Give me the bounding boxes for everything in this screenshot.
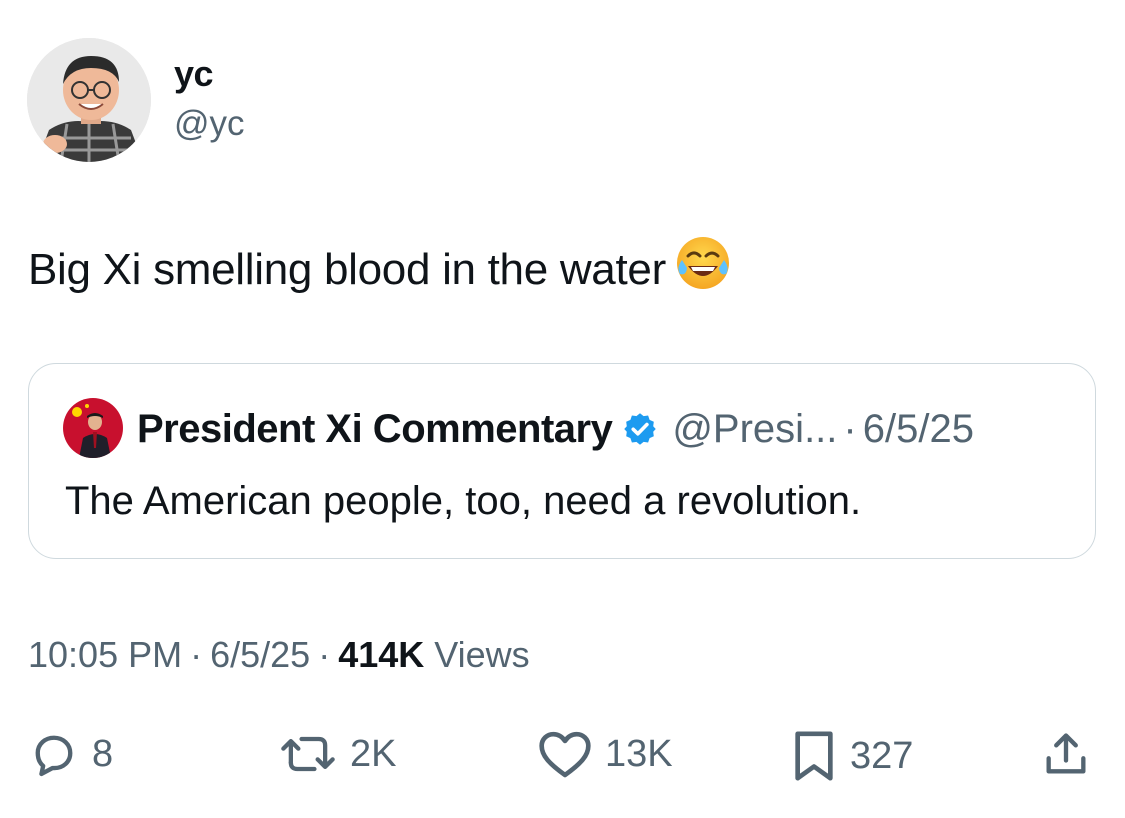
verified-badge-icon — [622, 411, 658, 447]
like-button[interactable]: 13K — [537, 728, 673, 780]
quoted-tweet-text: The American people, too, need a revolut… — [65, 479, 862, 523]
quoted-tweet-card[interactable]: President Xi Commentary @Presi... · 6/5/… — [28, 363, 1096, 559]
tweet-meta: 10:05 PM · 6/5/25 · 414K Views — [28, 634, 530, 676]
quoted-tweet-header: President Xi Commentary @Presi... · 6/5/… — [137, 406, 974, 452]
author-handle[interactable]: @yc — [174, 104, 245, 144]
meta-separator: · — [318, 634, 331, 675]
author-display-name[interactable]: yc — [174, 54, 214, 94]
reply-button[interactable]: 8 — [28, 728, 113, 780]
quoted-tweet-date[interactable]: 6/5/25 — [863, 406, 974, 452]
bookmark-count: 327 — [850, 734, 914, 777]
share-icon — [1040, 728, 1092, 780]
author-avatar[interactable] — [27, 38, 151, 162]
views-label: Views — [434, 634, 530, 675]
reply-count: 8 — [92, 732, 114, 775]
views-count[interactable]: 414K — [338, 634, 424, 675]
quoted-header-separator: · — [843, 407, 857, 451]
tweet-time[interactable]: 10:05 PM — [28, 634, 182, 675]
repost-icon — [278, 728, 338, 780]
action-bar: 8 2K 13K 327 — [0, 720, 1125, 790]
repost-count: 2K — [350, 732, 397, 775]
face-with-tears-of-joy-icon — [674, 234, 732, 306]
quoted-author-avatar[interactable] — [63, 398, 123, 458]
bookmark-button[interactable]: 327 — [790, 728, 913, 784]
tweet-text: Big Xi smelling blood in the water — [28, 234, 732, 306]
like-count: 13K — [605, 732, 673, 775]
tweet-text-content: Big Xi smelling blood in the water — [28, 245, 666, 294]
heart-icon — [537, 728, 593, 780]
quoted-author-handle[interactable]: @Presi... — [672, 406, 837, 452]
tweet-date[interactable]: 6/5/25 — [210, 634, 310, 675]
reply-icon — [28, 728, 80, 780]
share-button[interactable] — [1040, 728, 1092, 780]
quoted-author-display-name[interactable]: President Xi Commentary — [137, 406, 613, 452]
repost-button[interactable]: 2K — [278, 728, 396, 780]
meta-separator: · — [190, 634, 203, 675]
bookmark-icon — [790, 728, 838, 784]
